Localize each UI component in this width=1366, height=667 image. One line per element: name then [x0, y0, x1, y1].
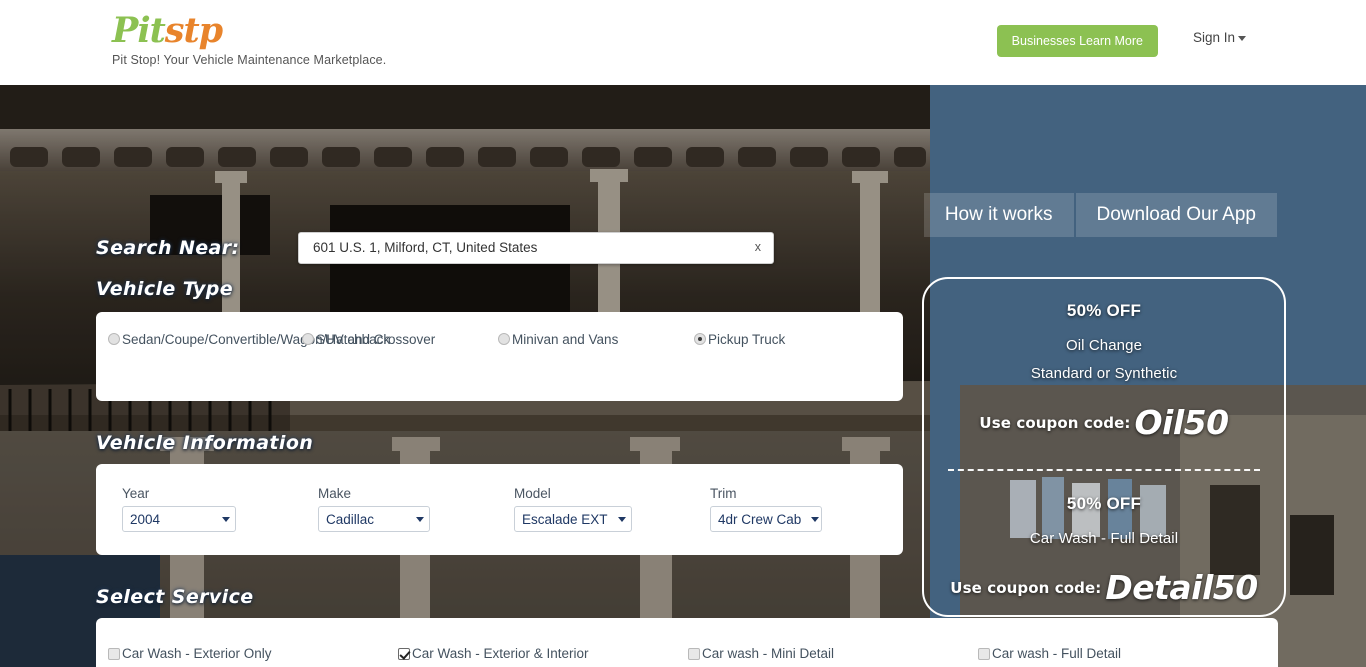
- businesses-learn-more-button[interactable]: Businesses Learn More: [997, 25, 1158, 57]
- year-value: 2004: [130, 512, 160, 527]
- chevron-down-icon: [222, 517, 230, 522]
- radio-icon[interactable]: [108, 333, 120, 345]
- vehicle-type-option-sedan[interactable]: Sedan/Coupe/Convertible/Wagon/Hatchback: [108, 330, 302, 350]
- chevron-down-icon: [1238, 36, 1246, 41]
- service-option-label: Car Wash - Exterior & Interior: [412, 640, 589, 667]
- radio-icon-selected[interactable]: [694, 333, 706, 345]
- year-select[interactable]: 2004: [122, 506, 236, 532]
- sign-in-label: Sign In: [1193, 30, 1235, 45]
- coupon-code-value: Oil50: [1134, 406, 1228, 440]
- vehicle-type-label: Vehicle Type: [96, 278, 233, 300]
- vehicle-type-option-label: Minivan and Vans: [512, 330, 618, 350]
- coupon-oil-change: 50% OFF Oil Change Standard or Synthetic…: [924, 301, 1284, 440]
- coupon-service: Oil Change: [924, 337, 1284, 354]
- service-option-label: Car wash - Full Detail: [992, 640, 1121, 667]
- make-value: Cadillac: [326, 512, 374, 527]
- sign-in-menu[interactable]: Sign In: [1193, 30, 1246, 45]
- model-field: Model Escalade EXT: [514, 486, 710, 532]
- trim-label: Trim: [710, 486, 906, 501]
- trim-select[interactable]: 4dr Crew Cab: [710, 506, 822, 532]
- service-option[interactable]: Car Wash - Exterior & Interior: [398, 640, 688, 667]
- vehicle-type-option-suv[interactable]: SUV and Crossover: [302, 330, 498, 350]
- logo-part-pit: Pit: [112, 10, 165, 51]
- make-select[interactable]: Cadillac: [318, 506, 430, 532]
- hero-action-buttons: How it works Download Our App: [924, 193, 1277, 237]
- checkbox-icon[interactable]: [688, 648, 700, 660]
- vehicle-information-label: Vehicle Information: [96, 432, 313, 454]
- year-label: Year: [122, 486, 318, 501]
- radio-icon[interactable]: [498, 333, 510, 345]
- checkbox-icon[interactable]: [978, 648, 990, 660]
- coupon-code-label: Use coupon code:: [979, 414, 1130, 432]
- search-input-value: 601 U.S. 1, Milford, CT, United States: [313, 240, 537, 255]
- model-value: Escalade EXT: [522, 512, 608, 527]
- hero-section: How it works Download Our App Search Nea…: [0, 85, 1366, 667]
- coupon-divider: [948, 469, 1260, 471]
- logo-text: Pitstp: [112, 12, 386, 50]
- coupon-code-value: Detail50: [1105, 571, 1257, 605]
- vehicle-type-option-pickup[interactable]: Pickup Truck: [694, 330, 884, 350]
- vehicle-information-fields: Year 2004 Make Cadillac Model Escalade E…: [122, 486, 906, 532]
- year-field: Year 2004: [122, 486, 318, 532]
- service-option[interactable]: Car wash - Full Detail: [978, 640, 1268, 667]
- chevron-down-icon: [618, 517, 626, 522]
- download-our-app-button[interactable]: Download Our App: [1076, 193, 1278, 237]
- service-column-2: Car Wash - Exterior & Interior Oil Chang…: [398, 640, 688, 667]
- coupon-car-wash: 50% OFF Car Wash - Full Detail Use coupo…: [924, 494, 1284, 605]
- coupon-subtitle: Standard or Synthetic: [924, 365, 1284, 382]
- model-select[interactable]: Escalade EXT: [514, 506, 632, 532]
- service-column-1: Car Wash - Exterior Only Oil Change - St…: [108, 640, 398, 667]
- radio-icon[interactable]: [302, 333, 314, 345]
- service-option-label: Car wash - Mini Detail: [702, 640, 834, 667]
- model-label: Model: [514, 486, 710, 501]
- coupon-discount: 50% OFF: [924, 494, 1284, 514]
- checkbox-icon-checked[interactable]: [398, 648, 410, 660]
- service-column-4: Car wash - Full Detail Fuel System Servi…: [978, 640, 1268, 667]
- trim-value: 4dr Crew Cab: [718, 512, 801, 527]
- search-near-label: Search Near:: [96, 237, 240, 259]
- vehicle-type-option-label: Pickup Truck: [708, 330, 785, 350]
- site-logo[interactable]: Pitstp Pit Stop! Your Vehicle Maintenanc…: [112, 12, 386, 67]
- service-option[interactable]: Car wash - Mini Detail: [688, 640, 978, 667]
- service-option[interactable]: Car Wash - Exterior Only: [108, 640, 398, 667]
- coupon-service: Car Wash - Full Detail: [924, 530, 1284, 547]
- coupon-card: 50% OFF Oil Change Standard or Synthetic…: [922, 277, 1286, 617]
- make-label: Make: [318, 486, 514, 501]
- logo-tagline: Pit Stop! Your Vehicle Maintenance Marke…: [112, 53, 386, 67]
- trim-field: Trim 4dr Crew Cab: [710, 486, 906, 532]
- vehicle-type-panel: Sedan/Coupe/Convertible/Wagon/Hatchback …: [96, 312, 903, 401]
- vehicle-type-option-minivan[interactable]: Minivan and Vans: [498, 330, 694, 350]
- select-service-label: Select Service: [96, 586, 254, 608]
- service-option-label: Car Wash - Exterior Only: [122, 640, 272, 667]
- service-checkbox-grid: Car Wash - Exterior Only Oil Change - St…: [108, 640, 1268, 667]
- search-location-input[interactable]: 601 U.S. 1, Milford, CT, United States x: [298, 232, 774, 264]
- vehicle-information-panel: Year 2004 Make Cadillac Model Escalade E…: [96, 464, 903, 555]
- site-header: Pitstp Pit Stop! Your Vehicle Maintenanc…: [0, 0, 1366, 85]
- service-column-3: Car wash - Mini Detail Oil Change - Synt…: [688, 640, 978, 667]
- coupon-code-row: Use coupon code: Oil50: [924, 406, 1284, 440]
- vehicle-type-option-label: SUV and Crossover: [316, 330, 435, 350]
- vehicle-type-options: Sedan/Coupe/Convertible/Wagon/Hatchback …: [96, 330, 903, 350]
- chevron-down-icon: [811, 517, 819, 522]
- coupon-code-label: Use coupon code:: [950, 579, 1101, 597]
- chevron-down-icon: [416, 517, 424, 522]
- coupon-discount: 50% OFF: [924, 301, 1284, 321]
- checkbox-icon[interactable]: [108, 648, 120, 660]
- logo-part-stp: stp: [165, 10, 222, 51]
- coupon-code-row: Use coupon code: Detail50: [924, 571, 1284, 605]
- how-it-works-button[interactable]: How it works: [924, 193, 1074, 237]
- search-clear-icon[interactable]: x: [755, 240, 761, 254]
- select-service-panel: Car Wash - Exterior Only Oil Change - St…: [96, 618, 1278, 667]
- make-field: Make Cadillac: [318, 486, 514, 532]
